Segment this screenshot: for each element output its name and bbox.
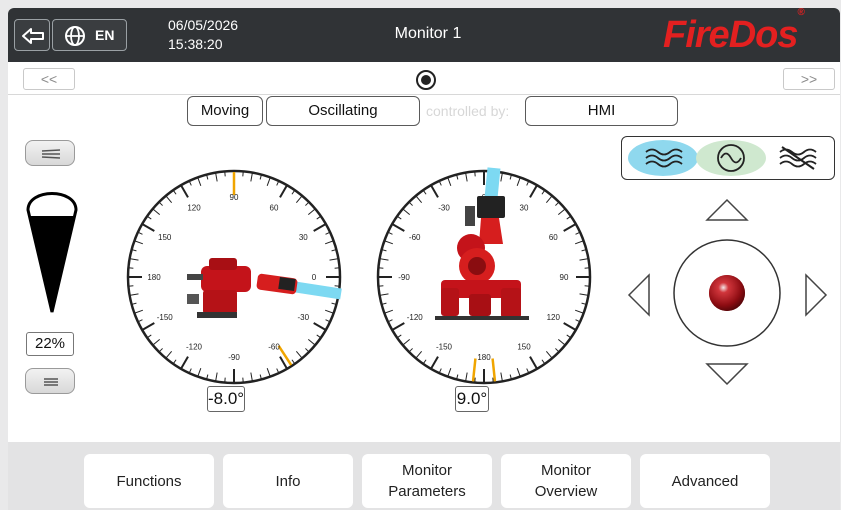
no-wave-icon[interactable]	[764, 139, 834, 177]
dial-label: 30	[299, 233, 308, 242]
datetime: 06/05/2026 15:38:20	[168, 16, 238, 54]
right-arrow-button[interactable]	[804, 273, 828, 317]
rotation-angle-display: 9.0°	[455, 386, 489, 412]
back-arrow-icon	[22, 28, 44, 44]
dial-label: 90	[230, 193, 239, 202]
jet-percentage: 22%	[26, 332, 74, 356]
language-label: EN	[95, 27, 115, 43]
dial-label: -120	[186, 342, 203, 351]
dial-label: 150	[517, 342, 531, 351]
dial-label: -90	[398, 273, 410, 282]
dial-label: 180	[477, 353, 491, 362]
dial-label: -150	[436, 342, 453, 351]
dial-label: -60	[409, 233, 421, 242]
elevation-dial: 0 30 60 90 120 150 180 -150 -120 -90 -60 -30	[126, 169, 342, 385]
down-arrow-button[interactable]	[705, 362, 749, 386]
monitor-navigator: << >>	[8, 66, 840, 95]
info-button[interactable]: Info	[223, 454, 353, 508]
next-monitor-button[interactable]: >>	[783, 68, 835, 90]
language-button[interactable]: EN	[52, 19, 127, 51]
date-text: 06/05/2026	[168, 17, 239, 33]
monitor-overview-button[interactable]: Monitor Overview	[501, 454, 631, 508]
previous-monitor-button[interactable]: <<	[23, 68, 75, 90]
page-title: Monitor 1	[394, 25, 462, 42]
page-indicator-icon	[416, 70, 436, 90]
dial-label: -30	[438, 204, 450, 213]
hmi-screen: EN 06/05/2026 15:38:20 Monitor 1 FireDos…	[8, 8, 840, 510]
functions-button[interactable]: Functions	[84, 454, 214, 508]
joystick-pad[interactable]	[672, 238, 782, 348]
dial-label: -60	[268, 342, 280, 351]
elevation-angle-display: -8.0°	[207, 386, 245, 412]
narrow-jet-icon	[41, 149, 61, 159]
jet-pattern-gauge	[26, 192, 78, 313]
header-bar: EN 06/05/2026 15:38:20 Monitor 1 FireDos…	[8, 8, 840, 62]
monitor-parameters-button[interactable]: Monitor Parameters	[362, 454, 492, 508]
controlled-by-label: controlled by:	[426, 103, 510, 119]
wave-icon[interactable]	[628, 139, 698, 177]
jet-fill	[30, 216, 74, 312]
oscillating-status: Oscillating	[266, 96, 420, 126]
dial-label: 60	[270, 204, 279, 213]
left-arrow-button[interactable]	[627, 273, 651, 317]
dial-label: 150	[158, 233, 172, 242]
brand-logo: FireDos®	[663, 8, 805, 56]
dial-label: -30	[298, 313, 310, 322]
globe-icon	[65, 26, 85, 46]
jet-mode-selector	[621, 136, 835, 180]
dial-label: 90	[560, 273, 569, 282]
dial-label: -90	[228, 353, 240, 362]
sine-circle-icon[interactable]	[696, 139, 766, 177]
bottom-menu: Functions Info Monitor Parameters Monito…	[8, 442, 840, 510]
time-text: 15:38:20	[168, 36, 223, 52]
back-button[interactable]	[14, 19, 50, 51]
controlled-by-value: HMI	[525, 96, 678, 126]
dial-label: 60	[549, 233, 558, 242]
moving-status: Moving	[187, 96, 263, 126]
dial-label: -120	[407, 313, 424, 322]
rotation-dial: 0306090120150180-150-120-90-60-30	[376, 167, 592, 385]
wide-jet-icon	[44, 378, 58, 386]
wide-jet-button[interactable]	[25, 368, 75, 394]
dial-label: -150	[157, 313, 174, 322]
advanced-button[interactable]: Advanced	[640, 454, 770, 508]
up-arrow-button[interactable]	[705, 198, 749, 222]
dial-label: 120	[187, 204, 201, 213]
dial-label: 0	[312, 273, 317, 282]
dial-label: 120	[547, 313, 561, 322]
narrow-jet-button[interactable]	[25, 140, 75, 166]
dial-label: 30	[520, 204, 529, 213]
dial-label: 180	[147, 273, 161, 282]
